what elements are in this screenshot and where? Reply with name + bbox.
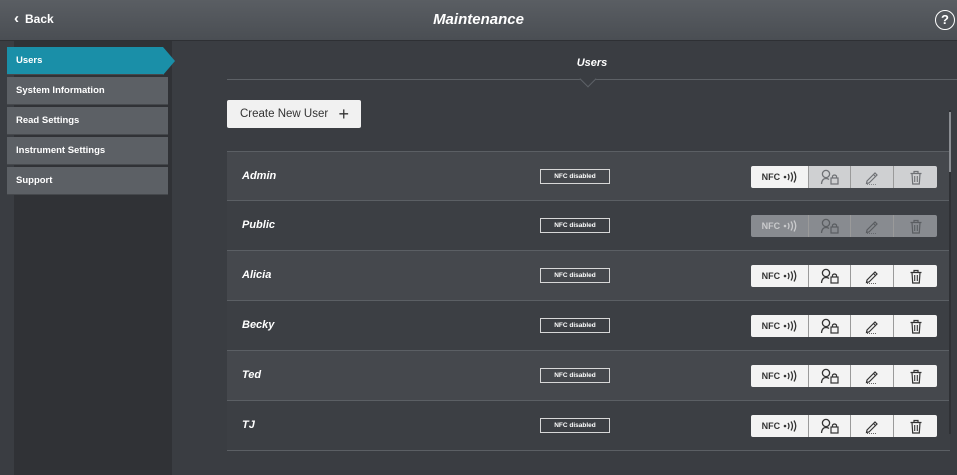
trash-icon	[909, 319, 923, 334]
user-actions: NFC	[751, 365, 937, 387]
delete-user-button[interactable]	[894, 215, 937, 237]
nfc-button[interactable]: NFC	[751, 166, 809, 188]
section-title: Users	[576, 57, 608, 69]
nfc-button-label: NFC	[761, 321, 781, 331]
user-row: Ted NFC disabled NFC	[227, 351, 950, 401]
delete-user-button[interactable]	[894, 365, 937, 387]
delete-user-button[interactable]	[894, 166, 937, 188]
nfc-button[interactable]: NFC	[751, 365, 809, 387]
sidebar-item-users[interactable]: Users	[7, 47, 175, 75]
nfc-icon	[783, 370, 797, 382]
user-lock-icon	[820, 218, 840, 234]
edit-user-button[interactable]	[851, 365, 895, 387]
permissions-button[interactable]	[808, 365, 852, 387]
edit-user-button[interactable]	[851, 315, 895, 337]
nfc-button[interactable]: NFC	[751, 215, 809, 237]
section-notch	[579, 70, 597, 88]
user-actions: NFC	[751, 265, 937, 287]
scrollbar-thumb[interactable]	[949, 112, 951, 172]
delete-user-button[interactable]	[894, 415, 937, 437]
nfc-button-label: NFC	[761, 421, 781, 431]
edit-user-button[interactable]	[851, 265, 895, 287]
sidebar-item-system-information[interactable]: System Information	[7, 77, 168, 105]
permissions-button[interactable]	[808, 265, 852, 287]
user-name: Public	[242, 219, 276, 231]
user-lock-icon	[820, 418, 840, 434]
nfc-button-label: NFC	[761, 172, 781, 182]
nfc-button[interactable]: NFC	[751, 415, 809, 437]
nfc-status-badge: NFC disabled	[540, 418, 610, 433]
trash-icon	[909, 369, 923, 384]
user-name: Ted	[242, 369, 262, 381]
nfc-button[interactable]: NFC	[751, 265, 809, 287]
delete-user-button[interactable]	[894, 315, 937, 337]
user-row: Alicia NFC disabled NFC	[227, 251, 950, 301]
user-actions: NFC	[751, 315, 937, 337]
create-new-user-button[interactable]: Create New User +	[227, 100, 361, 128]
sidebar-item-instrument-settings[interactable]: Instrument Settings	[7, 137, 168, 165]
nfc-status-badge: NFC disabled	[540, 368, 610, 383]
trash-icon	[909, 170, 923, 185]
nfc-icon	[783, 171, 797, 183]
user-actions: NFC	[751, 415, 937, 437]
title-bar: ‹ Back Maintenance ?	[0, 0, 957, 41]
trash-icon	[909, 269, 923, 284]
pencil-icon	[864, 418, 880, 434]
permissions-button[interactable]	[808, 415, 852, 437]
pencil-icon	[864, 268, 880, 284]
page-title: Maintenance	[433, 11, 524, 28]
user-lock-icon	[820, 268, 840, 284]
user-name: Admin	[242, 170, 277, 182]
user-row: Public NFC disabled NFC	[227, 201, 950, 251]
user-actions: NFC	[751, 215, 937, 237]
plus-icon: +	[338, 104, 349, 124]
nfc-icon	[783, 270, 797, 282]
delete-user-button[interactable]	[894, 265, 937, 287]
user-row: Becky NFC disabled NFC	[227, 301, 950, 351]
sidebar-item-support[interactable]: Support	[7, 167, 168, 195]
user-lock-icon	[820, 368, 840, 384]
user-list: Admin NFC disabled NFC Public NFC disabled NF…	[227, 151, 950, 451]
nfc-status-badge: NFC disabled	[540, 268, 610, 283]
nfc-button-label: NFC	[761, 221, 781, 231]
nfc-button[interactable]: NFC	[751, 315, 809, 337]
permissions-button[interactable]	[808, 215, 852, 237]
user-lock-icon	[820, 318, 840, 334]
help-button[interactable]: ?	[935, 10, 955, 30]
create-new-user-label: Create New User	[240, 108, 329, 120]
pencil-icon	[864, 218, 880, 234]
trash-icon	[909, 219, 923, 234]
nfc-icon	[783, 220, 797, 232]
edit-user-button[interactable]	[851, 415, 895, 437]
nfc-button-label: NFC	[761, 371, 781, 381]
nfc-status-badge: NFC disabled	[540, 218, 610, 233]
nfc-icon	[783, 420, 797, 432]
user-row: TJ NFC disabled NFC	[227, 401, 950, 451]
nfc-icon	[783, 320, 797, 332]
user-actions: NFC	[751, 166, 937, 188]
user-row: Admin NFC disabled NFC	[227, 151, 950, 201]
user-name: Becky	[242, 319, 275, 331]
permissions-button[interactable]	[808, 315, 852, 337]
pencil-icon	[864, 318, 880, 334]
nfc-status-badge: NFC disabled	[540, 318, 610, 333]
pencil-icon	[864, 368, 880, 384]
permissions-button[interactable]	[808, 166, 852, 188]
edit-user-button[interactable]	[851, 166, 895, 188]
sidebar-item-read-settings[interactable]: Read Settings	[7, 107, 168, 135]
pencil-icon	[864, 169, 880, 185]
main-panel: Users Create New User + Admin NFC disable…	[172, 41, 957, 475]
user-name: Alicia	[242, 269, 272, 281]
edit-user-button[interactable]	[851, 215, 895, 237]
nfc-button-label: NFC	[761, 271, 781, 281]
nfc-status-badge: NFC disabled	[540, 169, 610, 184]
user-name: TJ	[242, 419, 255, 431]
trash-icon	[909, 419, 923, 434]
user-lock-icon	[820, 169, 840, 185]
